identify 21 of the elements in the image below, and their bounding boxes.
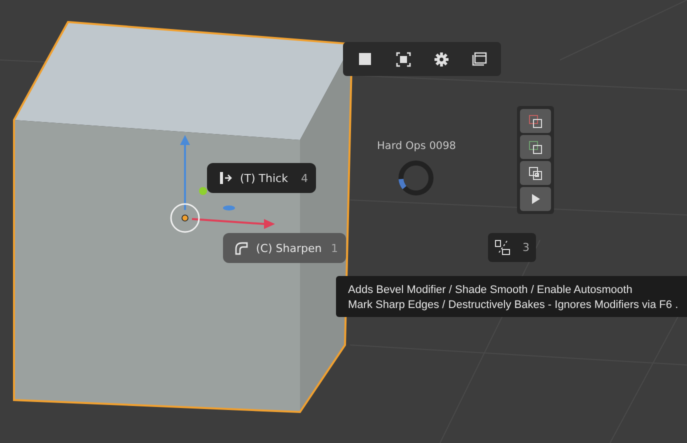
pie-menu-item[interactable]: (T) Thick 4 [207,163,316,193]
pie-menu-item[interactable]: (C) Sharpen 1 [223,233,346,263]
square-icon [358,52,372,66]
tool-button[interactable] [520,109,551,133]
settings-icon [434,52,448,66]
window-icon [472,52,486,66]
tooltip-text: Adds Bevel Modifier / Shade Smooth / Enable Autosmooth [348,284,634,296]
tool-button[interactable] [520,187,551,211]
overlap-squares-icon [529,140,542,154]
tooltip-text: Mark Sharp Edges / Destructively Bakes - Ignores Modifiers via F6 . [348,299,680,311]
frame-icon [396,52,410,66]
split-squares-icon [494,240,510,255]
tool-button[interactable] [520,161,551,185]
play-icon [532,194,540,204]
loader-title: Hard Ops 0098 [377,140,456,152]
mode-count: 3 [522,241,530,254]
tool-button[interactable] [520,135,551,159]
overlap-squares-icon [529,166,542,180]
overlap-squares-icon [529,114,542,128]
bevel-corner-icon [235,242,248,254]
push-edge-icon [219,171,232,185]
